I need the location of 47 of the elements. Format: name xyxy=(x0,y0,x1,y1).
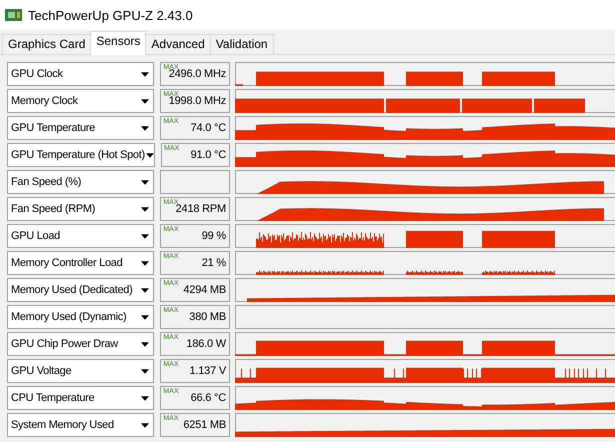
sensor-dropdown[interactable]: Memory Used (Dynamic) xyxy=(7,305,154,329)
sensor-value: 1.137 V xyxy=(189,365,226,377)
tab[interactable]: Validation xyxy=(210,34,274,54)
caret-icon xyxy=(141,72,150,76)
sensor-value: 91.0 °C xyxy=(190,149,226,161)
caret-icon xyxy=(141,342,150,346)
caret-icon xyxy=(141,98,150,104)
sensor-dropdown[interactable]: GPU Chip Power Draw xyxy=(7,332,154,356)
tab[interactable]: Graphics Card xyxy=(2,34,92,54)
sensor-dropdown[interactable]: System Memory Used xyxy=(7,413,154,437)
caret-icon xyxy=(141,288,150,292)
sensor-dropdown[interactable]: Fan Speed (%) xyxy=(7,170,154,194)
sensor-value: 74.0 °C xyxy=(190,122,226,134)
sensor-dropdown[interactable]: GPU Temperature xyxy=(7,116,154,140)
sensor-dropdown[interactable]: Memory Clock xyxy=(7,89,154,113)
caret-icon xyxy=(141,368,150,374)
caret-icon xyxy=(141,314,150,320)
sensor-value: 1998.0 MHz xyxy=(168,95,226,107)
sensor-value: 186.0 W xyxy=(186,338,226,350)
sensor-value-box xyxy=(160,170,230,194)
caret-icon xyxy=(141,396,150,400)
sensor-dropdown[interactable]: CPU Temperature xyxy=(7,386,154,410)
sensor-dropdown[interactable]: Memory Used (Dedicated) xyxy=(7,278,154,302)
window-title: TechPowerUp GPU-Z 2.43.0 xyxy=(28,8,193,22)
caret-icon xyxy=(141,126,150,130)
sensor-dropdown[interactable]: Memory Controller Load xyxy=(7,251,154,275)
sensor-value: 99 % xyxy=(202,230,226,242)
caret-icon xyxy=(141,422,150,428)
caret-icon xyxy=(141,234,150,238)
sensor-value: 2418 RPM xyxy=(176,203,226,215)
sensor-dropdown[interactable]: GPU Voltage xyxy=(7,359,154,383)
sensor-dropdown[interactable]: Fan Speed (RPM) xyxy=(7,197,154,221)
sensor-dropdown[interactable]: GPU Temperature (Hot Spot) xyxy=(7,143,155,167)
sensor-value: 380 MB xyxy=(189,311,226,323)
sensor-value: 66.6 °C xyxy=(190,392,226,404)
graphics-card-icon xyxy=(5,9,22,21)
caret-icon xyxy=(141,180,150,184)
caret-icon xyxy=(141,260,150,266)
sensor-value: 2496.0 MHz xyxy=(168,68,226,80)
sensor-value: 6251 MB xyxy=(183,419,226,431)
sensor-dropdown[interactable]: GPU Clock xyxy=(7,62,154,86)
tab[interactable]: Sensors xyxy=(90,31,146,55)
caret-icon xyxy=(146,152,154,158)
sensor-value: 21 % xyxy=(202,257,226,269)
caret-icon xyxy=(141,206,150,212)
sensor-value: 4294 MB xyxy=(183,284,226,296)
sensor-dropdown[interactable]: GPU Load xyxy=(7,224,154,248)
